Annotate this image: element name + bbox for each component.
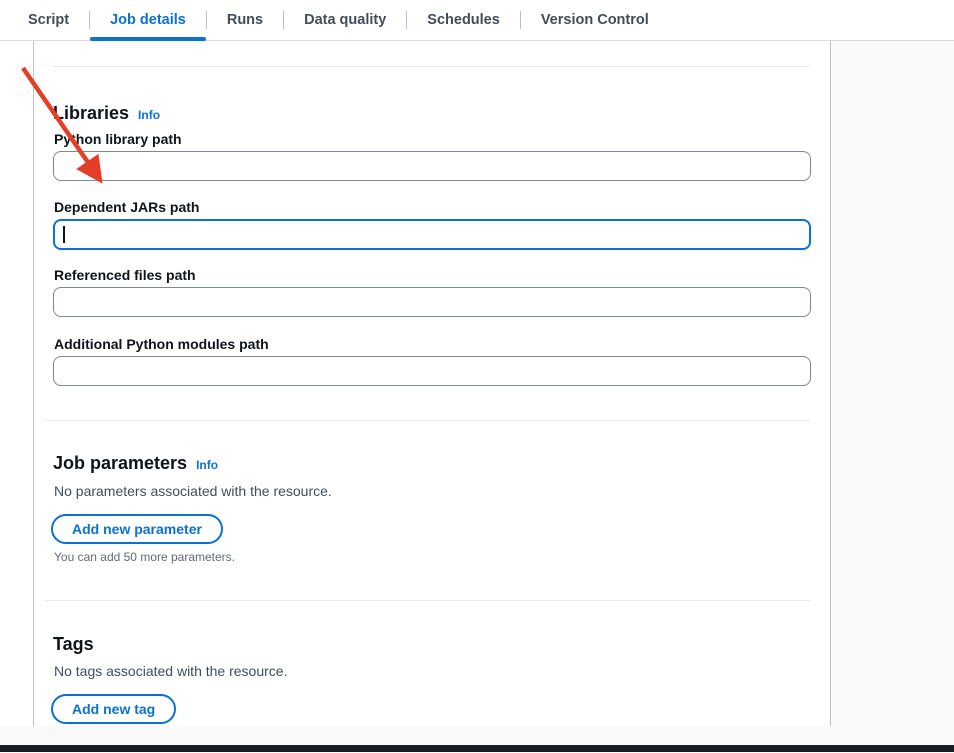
dependent-jars-path-label: Dependent JARs path <box>54 198 199 216</box>
add-new-tag-button[interactable]: Add new tag <box>51 694 176 724</box>
job-parameters-info-link[interactable]: Info <box>196 458 218 472</box>
tab-runs[interactable]: Runs <box>207 0 283 40</box>
tab-job-details[interactable]: Job details <box>90 0 206 40</box>
job-parameters-empty-text: No parameters associated with the resour… <box>54 482 332 500</box>
referenced-files-path-input[interactable] <box>53 287 811 317</box>
tab-version-control[interactable]: Version Control <box>521 0 669 40</box>
libraries-heading: Libraries <box>53 102 129 124</box>
additional-python-modules-path-input[interactable] <box>53 356 811 386</box>
job-parameters-heading: Job parameters <box>53 452 187 474</box>
add-new-parameter-button[interactable]: Add new parameter <box>51 514 223 544</box>
text-cursor <box>63 226 65 243</box>
tab-data-quality[interactable]: Data quality <box>284 0 406 40</box>
job-parameters-helper-text: You can add 50 more parameters. <box>54 549 235 565</box>
tab-script-label: Script <box>28 12 69 28</box>
section-divider <box>45 420 810 421</box>
tags-heading-row: Tags <box>53 633 94 655</box>
tab-runs-label: Runs <box>227 12 263 28</box>
bottom-strip <box>0 726 954 745</box>
tab-bar: Script Job details Runs Data quality Sch… <box>0 0 954 41</box>
tab-version-control-label: Version Control <box>541 12 649 28</box>
python-library-path-input[interactable] <box>53 151 811 181</box>
job-parameters-heading-row: Job parameters Info <box>53 452 218 474</box>
libraries-info-link[interactable]: Info <box>138 108 160 122</box>
libraries-heading-row: Libraries Info <box>53 102 160 124</box>
python-library-path-label: Python library path <box>54 130 182 148</box>
additional-python-modules-path-label: Additional Python modules path <box>54 335 269 353</box>
tags-empty-text: No tags associated with the resource. <box>54 662 287 680</box>
active-tab-underline <box>90 37 206 41</box>
window-bottom-edge <box>0 745 954 752</box>
tab-script[interactable]: Script <box>8 0 89 40</box>
job-details-panel: Libraries Info Python library path Depen… <box>33 41 831 726</box>
tab-schedules-label: Schedules <box>427 12 500 28</box>
referenced-files-path-label: Referenced files path <box>54 266 196 284</box>
tab-job-details-label: Job details <box>110 12 186 28</box>
section-divider <box>45 600 810 601</box>
right-gutter <box>831 41 954 745</box>
glue-job-details-page: Script Job details Runs Data quality Sch… <box>0 0 954 753</box>
dependent-jars-path-input[interactable] <box>53 219 811 250</box>
tab-schedules[interactable]: Schedules <box>407 0 520 40</box>
tags-heading: Tags <box>53 633 94 655</box>
tab-data-quality-label: Data quality <box>304 12 386 28</box>
section-divider <box>53 66 810 67</box>
